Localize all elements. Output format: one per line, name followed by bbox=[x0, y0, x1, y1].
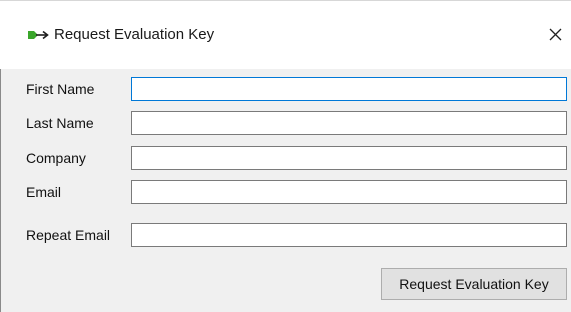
first-name-field[interactable] bbox=[131, 77, 567, 101]
request-evaluation-key-button[interactable]: Request Evaluation Key bbox=[381, 268, 567, 300]
green-arrow-icon bbox=[28, 30, 49, 40]
email-label: Email bbox=[26, 184, 62, 200]
dialog-body: First Name Last Name Company Email Repea… bbox=[0, 69, 571, 312]
company-field[interactable] bbox=[131, 146, 567, 170]
close-icon[interactable] bbox=[541, 19, 571, 49]
email-field[interactable] bbox=[131, 180, 567, 204]
company-label: Company bbox=[26, 150, 86, 166]
repeat-email-label: Repeat Email bbox=[26, 227, 111, 243]
last-name-field[interactable] bbox=[131, 111, 567, 135]
repeat-email-field[interactable] bbox=[131, 223, 567, 247]
last-name-label: Last Name bbox=[26, 115, 94, 131]
first-name-label: First Name bbox=[26, 81, 95, 97]
window-title: Request Evaluation Key bbox=[54, 26, 215, 43]
title-bar[interactable]: Request Evaluation Key bbox=[0, 1, 571, 69]
request-evaluation-key-dialog: Request Evaluation Key First Name Last N… bbox=[0, 0, 571, 312]
